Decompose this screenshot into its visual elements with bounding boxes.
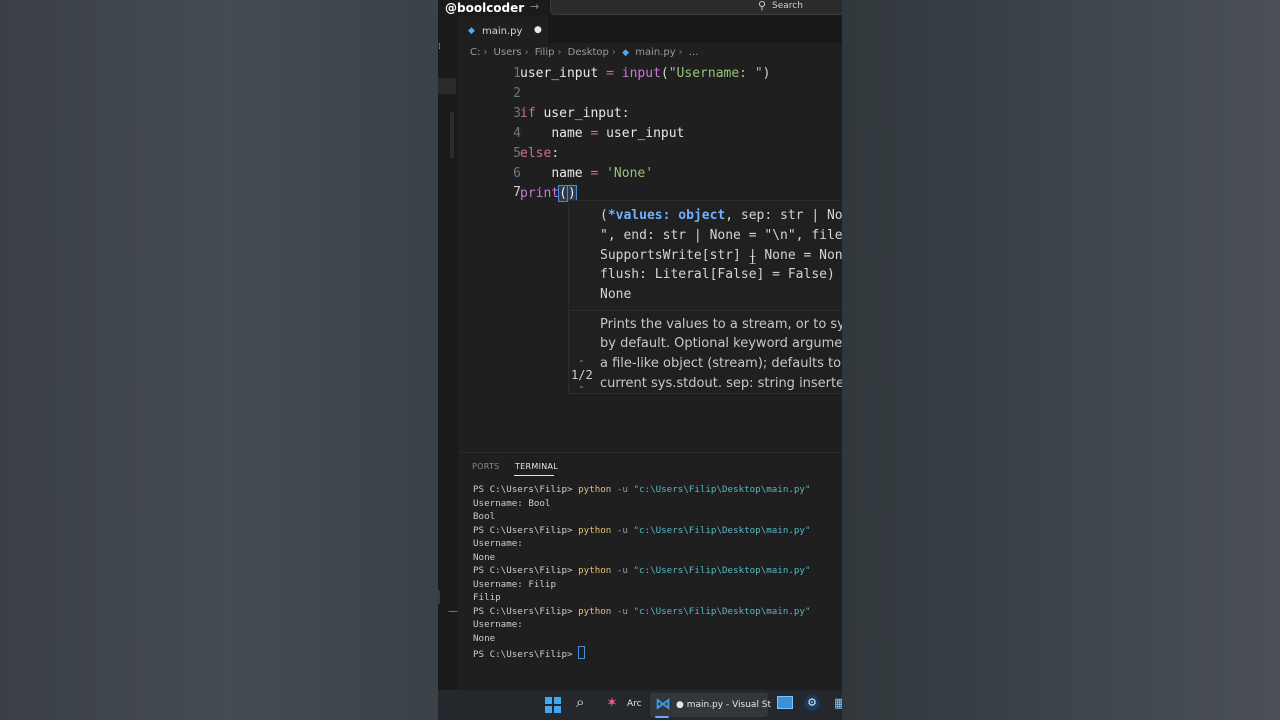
search-label[interactable]: Search (772, 1, 803, 11)
terminal-output-line: Username: Bool (473, 497, 551, 509)
title-bar: → ⚲ Search @boolcoder (438, 0, 842, 16)
forward-arrow-icon[interactable]: → (530, 0, 539, 13)
arc-label[interactable]: Arc (627, 699, 642, 709)
chevron-right-icon: › (678, 47, 683, 58)
python-file-icon: ◆ (468, 26, 475, 36)
doc-line: Prints the values to a stream, or to sys… (600, 317, 842, 332)
vscode-icon: ⋈ (655, 694, 671, 713)
line-number: 2 (513, 86, 521, 101)
terminal-command-line: PS C:\Users\Filip> python -u "c:\Users\F… (473, 565, 811, 576)
doc-line: a file-like object (stream); defaults to… (600, 356, 842, 371)
terminal-output-line: Username: (473, 538, 523, 549)
terminal-output-line: None (473, 551, 496, 563)
breadcrumb-item[interactable]: ... (689, 47, 699, 58)
signature-line: ", end: str | None = "\n", file (600, 228, 842, 243)
chevron-right-icon: › (483, 47, 488, 58)
minimize-icon[interactable]: — (448, 606, 458, 617)
tab-main-py[interactable]: ◆ main.py ● (458, 16, 548, 44)
vscode-window-label: ● main.py - Visual St (676, 700, 772, 710)
app-grid-icon[interactable]: ▦ (834, 696, 842, 711)
chevron-down-icon[interactable]: ⌄ (578, 381, 585, 390)
line-number: 6 (513, 166, 521, 181)
signature-line: None (600, 287, 632, 302)
code-line[interactable]: if user_input: (520, 106, 630, 121)
line-number: 1 (513, 66, 521, 81)
steam-icon[interactable]: ⚙ (804, 695, 820, 711)
doc-line: current sys.stdout. sep: string inserted (600, 376, 842, 391)
text-cursor-icon: ⌶ (749, 253, 757, 267)
terminal-output-line: Filip (473, 592, 501, 603)
code-line[interactable]: name = user_input (520, 126, 684, 141)
code-line[interactable]: user_input = input("Username: ") (520, 66, 770, 81)
terminal-output-line: Bool (473, 511, 496, 522)
tab-terminal[interactable]: TERMINAL (515, 462, 558, 471)
panel-divider[interactable] (458, 452, 842, 453)
signature-line: (*values: object, sep: str | No (600, 208, 842, 223)
scroll-indicator (450, 112, 454, 158)
signature-help-popup[interactable]: (*values: object, sep: str | No ", end: … (568, 200, 842, 394)
editor-tab-bar: ◆ main.py ● (458, 16, 842, 44)
terminal-output-line: Username: (473, 619, 523, 630)
terminal-cursor (578, 646, 586, 659)
line-number: 4 (513, 126, 521, 141)
breadcrumb-item[interactable]: Desktop (568, 47, 609, 58)
chevron-right-icon: › (524, 47, 529, 58)
terminal-output-line: Username: Filip (473, 578, 556, 590)
active-app-indicator (655, 716, 669, 718)
overload-pager: 1/2 (571, 368, 593, 382)
activity-bar: ⁞ — (438, 16, 458, 690)
breadcrumb: C: › Users › Filip › Desktop › ◆ main.py › ..… (470, 47, 701, 61)
arc-browser-icon[interactable]: ✶ (606, 695, 618, 711)
terminal-command-line: PS C:\Users\Filip> python -u "c:\Users\F… (473, 484, 811, 495)
vscode-window: → ⚲ Search @boolcoder ⁞ — ◆ main.py ● C:… (438, 0, 842, 720)
terminal-prompt-line: PS C:\Users\Filip> (473, 646, 586, 660)
line-number: 5 (513, 146, 521, 161)
active-tab-underline (514, 475, 554, 476)
code-line[interactable]: name = 'None' (520, 166, 653, 181)
channel-watermark: @boolcoder (445, 1, 525, 15)
code-line[interactable]: else: (520, 146, 559, 161)
breadcrumb-item[interactable]: C: (470, 47, 480, 58)
chevron-up-icon[interactable]: ⌃ (578, 359, 585, 368)
tab-label: main.py (482, 26, 523, 37)
chevron-right-icon: › (611, 47, 616, 58)
search-icon[interactable]: ⚲ (758, 0, 766, 12)
python-file-icon: ◆ (622, 48, 630, 58)
terminal-command-line: PS C:\Users\Filip> python -u "c:\Users\F… (473, 605, 811, 617)
signature-line: flush: Literal[False] = False) - (600, 267, 842, 282)
chevron-right-icon: › (557, 47, 562, 58)
unsaved-dot-icon[interactable]: ● (534, 25, 542, 35)
activity-item-selected[interactable] (438, 78, 456, 94)
doc-line: by default. Optional keyword argumen (600, 336, 842, 351)
popup-divider (569, 310, 842, 311)
tab-ports[interactable]: PORTS (472, 462, 500, 471)
breadcrumb-item[interactable]: Filip (535, 47, 555, 58)
line-number-active: 7 (513, 185, 521, 200)
terminal-output-line: None (473, 632, 496, 644)
monitor-icon[interactable] (777, 696, 793, 709)
terminal-command-line: PS C:\Users\Filip> python -u "c:\Users\F… (473, 524, 811, 536)
windows-start-icon[interactable] (545, 697, 561, 713)
signature-line: SupportsWrite[str] | None = Non (600, 248, 842, 263)
code-line-active[interactable]: print() (520, 185, 577, 202)
line-number: 3 (513, 106, 521, 121)
more-icon[interactable]: ⁞ (438, 42, 441, 52)
taskbar: ⌕ ✶ Arc ⋈ ● main.py - Visual St ⚙ ▦ (438, 690, 842, 720)
taskbar-vscode-button[interactable]: ⋈ ● main.py - Visual St (650, 693, 772, 718)
panel-indicator (438, 590, 440, 604)
search-icon[interactable]: ⌕ (576, 693, 584, 711)
breadcrumb-item[interactable]: main.py (635, 47, 675, 58)
breadcrumb-item[interactable]: Users (494, 47, 522, 58)
